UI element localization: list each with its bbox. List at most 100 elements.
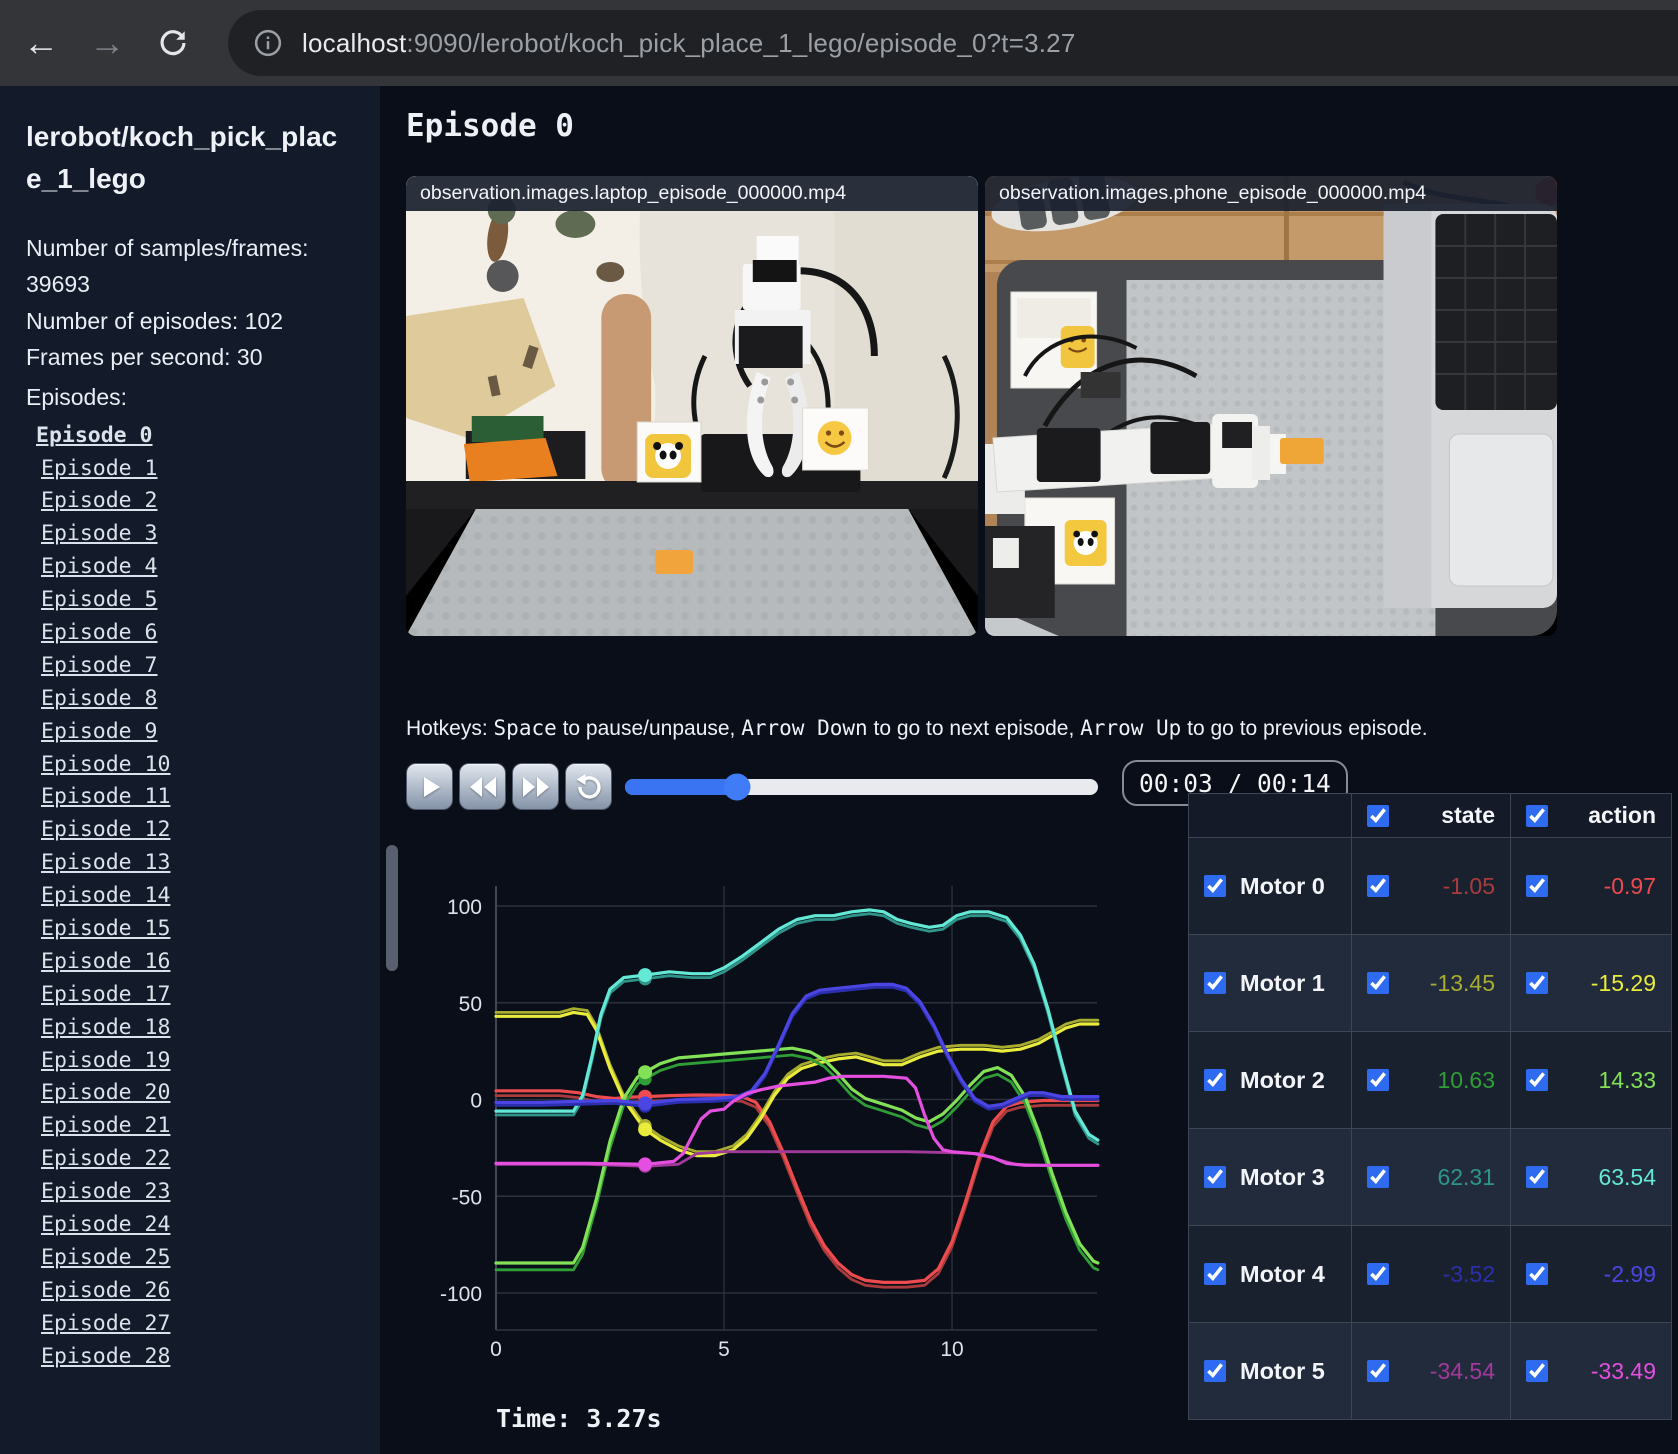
motor-3-row-checkbox[interactable] xyxy=(1204,1166,1226,1188)
episode-link-19[interactable]: Episode 19 xyxy=(26,1045,354,1078)
episode-link-3[interactable]: Episode 3 xyxy=(26,518,354,551)
motor-2-action-checkbox[interactable] xyxy=(1526,1069,1548,1091)
motor-3-label: Motor 3 xyxy=(1240,1163,1325,1190)
url-bar[interactable]: localhost:9090/lerobot/koch_pick_place_1… xyxy=(228,10,1678,76)
motor-1-action-value: -15.29 xyxy=(1590,969,1656,996)
hotkey-text-6: to go to previous episode. xyxy=(1181,717,1428,740)
episode-link-23[interactable]: Episode 23 xyxy=(26,1176,354,1209)
episode-link-15[interactable]: Episode 15 xyxy=(26,913,354,946)
episode-link-13[interactable]: Episode 13 xyxy=(26,847,354,880)
episode-link-27[interactable]: Episode 27 xyxy=(26,1308,354,1341)
episode-link-26[interactable]: Episode 26 xyxy=(26,1275,354,1308)
motor-0-action-value: -0.97 xyxy=(1603,872,1656,899)
motor-row-5: Motor 5 -34.54 -33.49 xyxy=(1188,1322,1672,1420)
motor-3-action-checkbox[interactable] xyxy=(1526,1166,1548,1188)
episodes-heading: Episodes: xyxy=(26,384,128,411)
episode-link-11[interactable]: Episode 11 xyxy=(26,781,354,814)
episode-link-5[interactable]: Episode 5 xyxy=(26,584,354,617)
motor-4-state-checkbox[interactable] xyxy=(1367,1263,1389,1285)
motor-1-action-marker xyxy=(638,1122,653,1137)
site-info-icon[interactable] xyxy=(248,23,288,63)
motor-2-state-value: 10.63 xyxy=(1437,1066,1495,1093)
action-column-checkbox[interactable] xyxy=(1526,804,1548,827)
url-text: localhost:9090/lerobot/koch_pick_place_1… xyxy=(302,28,1076,59)
hugging-face-box xyxy=(802,407,869,471)
motor-row-3: Motor 3 62.31 63.54 xyxy=(1188,1128,1672,1226)
motor-2-state-checkbox[interactable] xyxy=(1367,1069,1389,1091)
motor-1-state-value: -13.45 xyxy=(1429,969,1495,996)
lego-block xyxy=(655,550,693,574)
episode-link-20[interactable]: Episode 20 xyxy=(26,1077,354,1110)
dataset-title: lerobot/koch_pick_place_1_lego xyxy=(26,121,338,194)
episode-link-7[interactable]: Episode 7 xyxy=(26,650,354,683)
chart-time-annotation: Time: 3.27s xyxy=(496,1404,662,1433)
episode-link-16[interactable]: Episode 16 xyxy=(26,946,354,979)
browser-forward-button[interactable]: → xyxy=(82,18,132,68)
state-column-checkbox[interactable] xyxy=(1367,804,1389,827)
episode-list: Episode 0 Episode 1 Episode 2 Episode 3 Epis… xyxy=(26,420,354,1374)
video-player-phone[interactable]: observation.images.phone_episode_000000.… xyxy=(985,176,1557,636)
motor-5-action-checkbox[interactable] xyxy=(1526,1360,1548,1382)
motor-0-row-checkbox[interactable] xyxy=(1204,875,1226,897)
motor-5-state-checkbox[interactable] xyxy=(1367,1360,1389,1382)
episode-link-1[interactable]: Episode 1 xyxy=(26,453,354,486)
hotkeys-help: Hotkeys: Space to pause/unpause, Arrow D… xyxy=(406,716,1428,741)
stat-samples: Number of samples/frames: 39693 xyxy=(26,235,309,298)
episode-link-25[interactable]: Episode 25 xyxy=(26,1242,354,1275)
motor-2-row-checkbox[interactable] xyxy=(1204,1069,1226,1091)
motor-3-action-marker xyxy=(638,968,653,983)
action-column-header: action xyxy=(1588,802,1656,828)
episode-link-8[interactable]: Episode 8 xyxy=(26,683,354,716)
motor-row-4: Motor 4 -3.52 -2.99 xyxy=(1188,1225,1672,1323)
seek-slider[interactable] xyxy=(625,773,1098,801)
y-tick-label: 0 xyxy=(470,1090,482,1113)
motor-0-action-checkbox[interactable] xyxy=(1526,875,1548,897)
episode-link-2[interactable]: Episode 2 xyxy=(26,485,354,518)
motor-1-action-checkbox[interactable] xyxy=(1526,972,1548,994)
motor-1-state-checkbox[interactable] xyxy=(1367,972,1389,994)
episode-link-12[interactable]: Episode 12 xyxy=(26,814,354,847)
motor-4-action-value: -2.99 xyxy=(1603,1260,1656,1287)
stat-episodes: Number of episodes: 102 xyxy=(26,307,283,334)
episode-link-17[interactable]: Episode 17 xyxy=(26,979,354,1012)
hotkey-text-2: to pause/unpause, xyxy=(556,717,742,740)
y-tick-label: -100 xyxy=(440,1283,482,1306)
episode-link-18[interactable]: Episode 18 xyxy=(26,1012,354,1045)
episode-link-0[interactable]: Episode 0 xyxy=(26,420,354,453)
y-tick-label: 50 xyxy=(459,993,482,1016)
browser-back-button[interactable]: ← xyxy=(16,18,66,68)
seek-thumb[interactable] xyxy=(723,773,751,801)
x-tick-label: 5 xyxy=(718,1338,730,1360)
hotkey-text-0: Hotkeys: xyxy=(406,717,494,740)
motor-row-1: Motor 1 -13.45 -15.29 xyxy=(1188,934,1672,1032)
motor-row-0: Motor 0 -1.05 -0.97 xyxy=(1188,837,1672,935)
dataset-stats: Number of samples/frames: 39693 Number o… xyxy=(26,230,322,375)
episode-link-4[interactable]: Episode 4 xyxy=(26,551,354,584)
motor-0-state-checkbox[interactable] xyxy=(1367,875,1389,897)
episode-link-21[interactable]: Episode 21 xyxy=(26,1110,354,1143)
motor-3-state-value: 62.31 xyxy=(1437,1163,1495,1190)
episode-link-6[interactable]: Episode 6 xyxy=(26,617,354,650)
motor-2-label: Motor 2 xyxy=(1240,1066,1325,1093)
video-title-laptop: observation.images.laptop_episode_000000… xyxy=(406,176,978,211)
browser-toolbar: ← → localhost:9090/lerobot/koch_pick_pla… xyxy=(0,0,1678,86)
episode-link-14[interactable]: Episode 14 xyxy=(26,880,354,913)
episode-link-28[interactable]: Episode 28 xyxy=(26,1341,354,1374)
video-player-laptop[interactable]: observation.images.laptop_episode_000000… xyxy=(406,176,978,636)
scrollbar-thumb[interactable] xyxy=(386,845,398,971)
url-path: :9090/lerobot/koch_pick_place_1_lego/epi… xyxy=(406,27,1076,58)
episode-link-22[interactable]: Episode 22 xyxy=(26,1143,354,1176)
motor-5-label: Motor 5 xyxy=(1240,1357,1325,1384)
episode-link-9[interactable]: Episode 9 xyxy=(26,716,354,749)
motor-4-action-checkbox[interactable] xyxy=(1526,1263,1548,1285)
motor-3-state-checkbox[interactable] xyxy=(1367,1166,1389,1188)
browser-reload-button[interactable] xyxy=(148,18,198,68)
page-title: Episode 0 xyxy=(406,108,574,144)
reload-icon xyxy=(160,30,186,56)
episode-link-10[interactable]: Episode 10 xyxy=(26,749,354,782)
motor-4-row-checkbox[interactable] xyxy=(1204,1263,1226,1285)
motor-5-row-checkbox[interactable] xyxy=(1204,1360,1226,1382)
episode-link-24[interactable]: Episode 24 xyxy=(26,1209,354,1242)
lego-block-top xyxy=(1279,438,1324,464)
motor-1-row-checkbox[interactable] xyxy=(1204,972,1226,994)
